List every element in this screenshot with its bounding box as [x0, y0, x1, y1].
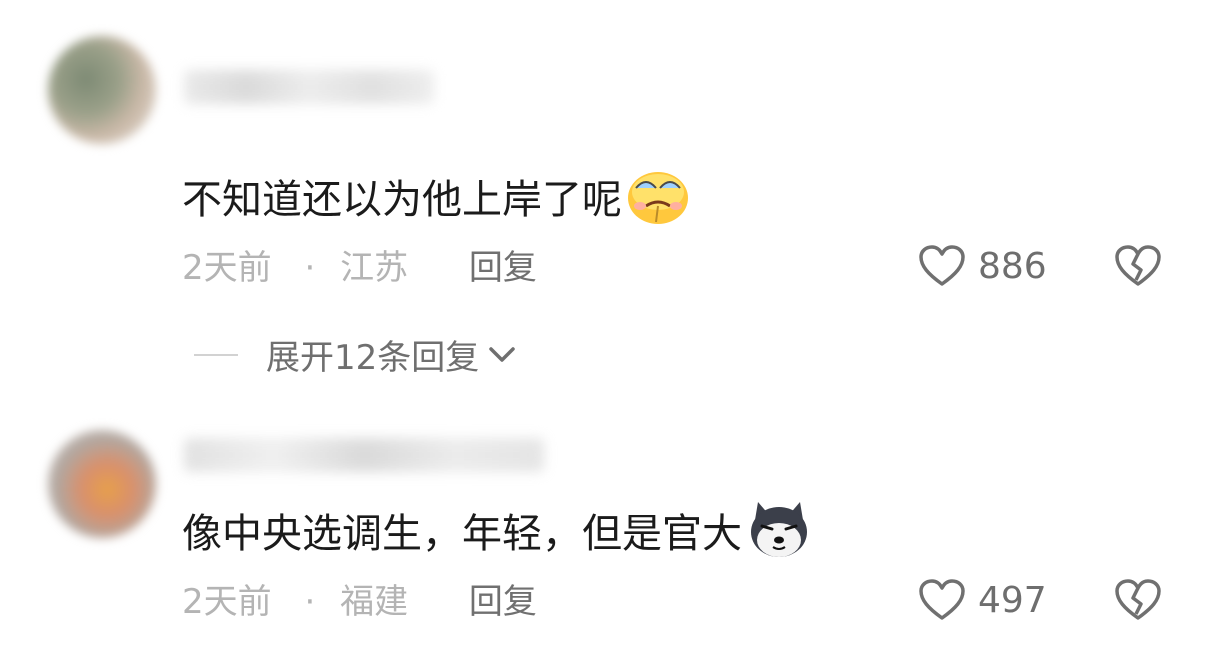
username-blurred[interactable] [184, 438, 544, 472]
comment-meta: 2天前 · 福建 回复 [182, 580, 537, 624]
comment-item: 不知道还以为他上岸了呢 2天前 · 江苏 回复 886 展开12条回复 [0, 0, 1220, 400]
reply-button[interactable]: 回复 [469, 582, 537, 622]
comment-item: 像中央选调生，年轻，但是官大 2天前 · 福建 回复 497 [0, 400, 1220, 648]
like-button[interactable]: 886 [918, 244, 1047, 288]
comment-text: 不知道还以为他上岸了呢 [182, 177, 622, 223]
comment-time: 2天前 [182, 248, 272, 288]
comment-time: 2天前 [182, 582, 272, 622]
crying-face-emoji-icon [626, 166, 690, 238]
like-button[interactable]: 497 [918, 578, 1047, 622]
username-blurred[interactable] [184, 70, 434, 104]
broken-heart-icon [1115, 579, 1161, 620]
comment-text-row: 像中央选调生，年轻，但是官大 [182, 500, 812, 572]
like-count: 886 [978, 245, 1047, 287]
expand-replies-label: 展开12条回复 [266, 338, 480, 378]
comment-location: 江苏 [340, 248, 409, 288]
comment-location: 福建 [340, 582, 409, 622]
meta-separator: · [304, 582, 316, 622]
dislike-button[interactable] [1114, 244, 1162, 292]
husky-dog-emoji-icon [746, 500, 812, 572]
comment-text: 像中央选调生，年轻，但是官大 [182, 511, 742, 557]
dislike-button[interactable] [1114, 578, 1162, 626]
broken-heart-icon [1115, 245, 1161, 286]
heart-outline-icon [919, 245, 965, 286]
avatar[interactable] [48, 430, 156, 538]
expand-replies-button[interactable]: 展开12条回复 [194, 330, 517, 379]
expand-divider-line [194, 353, 238, 356]
meta-separator: · [304, 248, 316, 288]
reply-button[interactable]: 回复 [469, 248, 537, 288]
heart-outline-icon [919, 579, 965, 620]
comment-text-row: 不知道还以为他上岸了呢 [182, 166, 690, 238]
chevron-down-icon [489, 346, 516, 362]
like-count: 497 [978, 579, 1047, 621]
comment-meta: 2天前 · 江苏 回复 [182, 246, 537, 290]
avatar[interactable] [48, 36, 156, 144]
